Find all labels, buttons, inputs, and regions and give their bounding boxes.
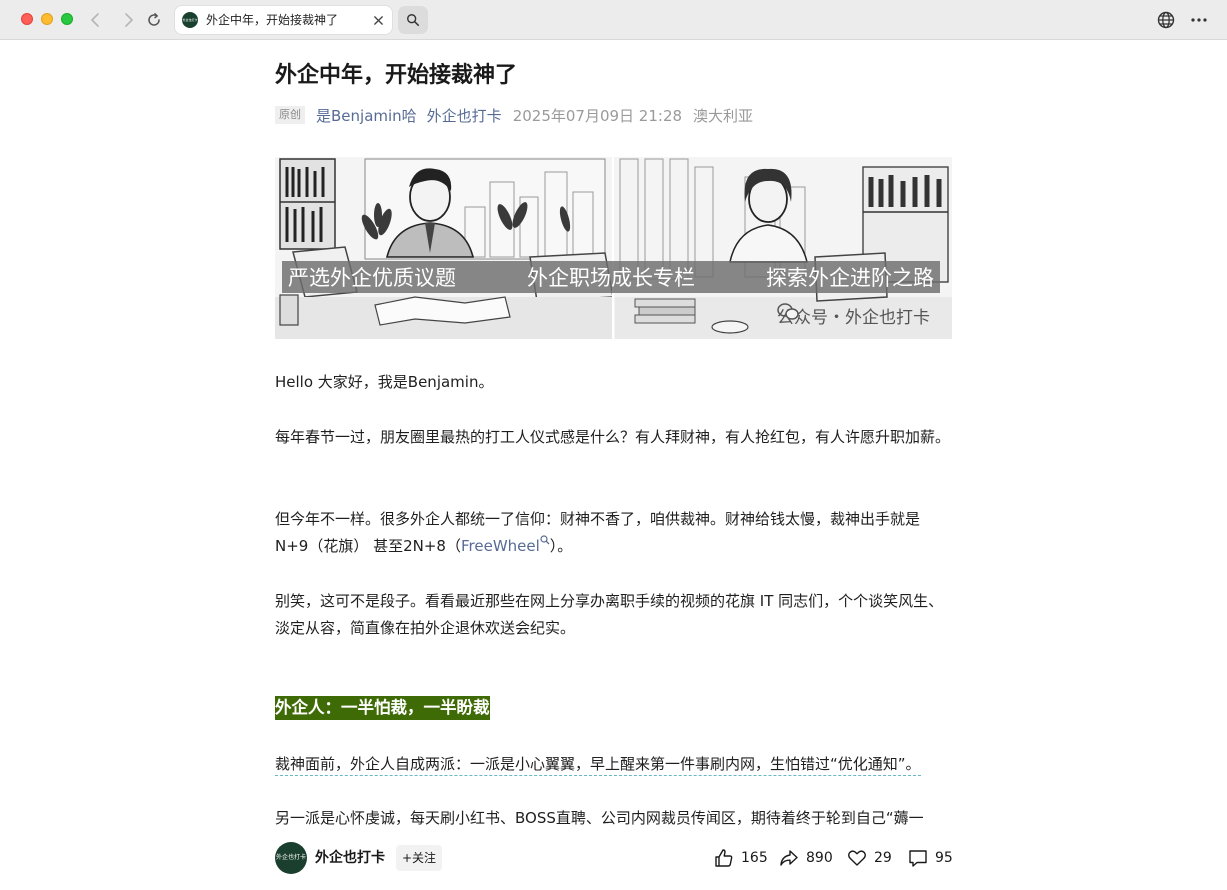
banner-slogan: 严选外企优质议题 [288,266,456,290]
follow-button[interactable]: +关注 [396,845,443,871]
comment-count: 95 [935,850,953,866]
bottom-action-bar: 外企也打卡 外企也打卡 +关注 165 890 29 95 [0,826,1227,890]
browser-titlebar: 外企也打卡 外企中年，开始接裁神了 [0,0,1227,40]
article-title: 外企中年，开始接裁神了 [275,63,518,88]
publish-location: 澳大利亚 [693,106,754,125]
zoom-window-button[interactable] [61,13,73,25]
back-button[interactable] [85,9,107,31]
comment-icon [909,850,927,867]
more-dots-icon [1191,18,1207,22]
author-link[interactable]: 是Benjamin哈 [316,105,417,126]
translate-button[interactable] [1156,10,1176,30]
more-menu-button[interactable] [1189,10,1209,30]
paragraph-citi-it: 别笑，这可不是段子。看看最近那些在网上分享办离职手续的视频的花旗 IT 同志们，… [275,592,944,637]
search-small-icon [540,535,550,545]
like-button[interactable]: 165 [713,845,768,871]
tab-close-button[interactable] [370,12,386,28]
thumbs-up-icon [715,849,733,867]
like-count: 165 [741,850,768,866]
paragraph-text: 但今年不一样。很多外企人都统一了信仰：财神不香了，咱供裁神。财神给钱太慢，裁神出… [275,510,921,555]
close-window-button[interactable] [21,13,33,25]
chevron-right-icon [125,13,133,27]
publish-time: 2025年07月09日 21:28 [512,106,683,125]
tab-search-button[interactable] [398,6,428,34]
account-link[interactable]: 外企也打卡 [427,105,502,126]
minimize-window-button[interactable] [41,13,53,25]
active-tab[interactable]: 外企也打卡 外企中年，开始接裁神了 [175,6,392,34]
forward-button[interactable] [117,9,139,31]
heart-icon [848,850,866,866]
account-name[interactable]: 外企也打卡 [315,848,385,868]
close-icon [373,15,383,25]
favorite-button[interactable]: 29 [846,845,892,871]
banner-slogan: 探索外企进阶之路 [766,266,934,290]
paragraph-spring-festival: 每年春节一过，朋友圈里最热的打工人仪式感是什么？有人拜财神，有人抢红包，有人许愿… [275,428,951,446]
article-meta: 原创 是Benjamin哈 外企也打卡 2025年07月09日 21:28 澳大… [275,104,753,126]
share-icon [780,850,798,866]
original-badge: 原创 [275,106,305,124]
search-icon [407,14,420,27]
reload-button[interactable] [143,9,165,31]
paragraph-two-camps: 裁神面前，外企人自成两派：一派是小心翼翼，早上醒来第一件事刷内网，生怕错过“优化… [275,751,952,778]
section-heading: 外企人：一半怕裁，一半盼裁 [275,696,490,720]
highlighted-sentence[interactable]: 裁神面前，外企人自成两派：一派是小心翼翼，早上醒来第一件事刷内网，生怕错过“优化… [275,755,921,776]
comment-button[interactable]: 95 [907,845,953,871]
header-banner-image: 严选外企优质议题 外企职场成长专栏 探索外企进阶之路 公众号・外企也打卡 [275,157,952,339]
wechat-icon [777,303,799,320]
banner-slogan-strip: 严选外企优质议题 外企职场成长专栏 探索外企进阶之路 [282,261,940,293]
paragraph-layoff-god: 但今年不一样。很多外企人都统一了信仰：财神不香了，咱供裁神。财神给钱太慢，裁神出… [275,506,952,560]
favorite-count: 29 [874,850,892,866]
reload-icon [148,13,160,26]
account-avatar[interactable]: 外企也打卡 [275,842,307,874]
globe-icon [1157,11,1175,29]
chevron-left-icon [91,13,99,27]
paragraph-text: ）。 [549,537,573,555]
tab-title: 外企中年，开始接裁神了 [206,13,339,27]
share-button[interactable]: 890 [778,845,833,871]
share-count: 890 [806,850,833,866]
banner-watermark: 公众号・外企也打卡 [777,303,930,328]
paragraph-greeting: Hello 大家好，我是Benjamin。 [275,373,494,391]
banner-slogan: 外企职场成长专栏 [527,266,695,290]
watermark-text: 公众号・外企也打卡 [777,308,930,328]
tab-favicon: 外企也打卡 [182,12,198,28]
freewheel-search-link[interactable]: FreeWheel [461,535,550,555]
